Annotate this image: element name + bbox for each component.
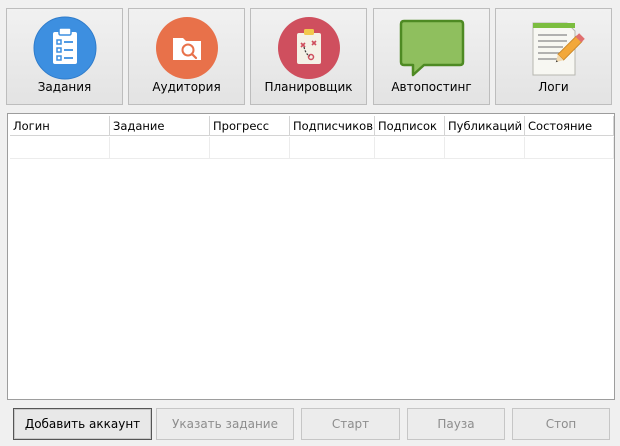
tasks-clipboard-icon (32, 15, 98, 81)
logs-button[interactable]: Логи (495, 8, 612, 105)
table-cell[interactable] (290, 137, 375, 159)
logs-notepad-pencil-icon (521, 15, 587, 81)
stop-button[interactable]: Стоп (512, 408, 610, 440)
table-header: Логин Задание Прогресс Подписчиков Подпи… (10, 116, 614, 136)
column-header-status[interactable]: Состояние (525, 116, 614, 136)
pause-button[interactable]: Пауза (407, 408, 505, 440)
table-cell[interactable] (110, 137, 210, 159)
accounts-table[interactable]: Логин Задание Прогресс Подписчиков Подпи… (7, 113, 615, 400)
add-account-button[interactable]: Добавить аккаунт (13, 408, 152, 440)
autoposting-button[interactable]: Автопостинг (373, 8, 490, 105)
column-header-login[interactable]: Логин (10, 116, 110, 136)
set-task-button[interactable]: Указать задание (156, 408, 294, 440)
column-header-following[interactable]: Подписок (375, 116, 445, 136)
table-cell[interactable] (10, 137, 110, 159)
planner-button-label: Планировщик (264, 80, 353, 94)
tasks-button-label: Задания (37, 80, 92, 94)
table-cell[interactable] (525, 137, 614, 159)
column-header-followers[interactable]: Подписчиков (290, 116, 375, 136)
autoposting-button-label: Автопостинг (391, 80, 472, 94)
column-header-posts[interactable]: Публикаций (445, 116, 525, 136)
logs-button-label: Логи (538, 80, 569, 94)
table-row[interactable] (10, 137, 614, 159)
audience-folder-search-icon (154, 15, 220, 81)
audience-button-label: Аудитория (152, 80, 221, 94)
planner-button[interactable]: Планировщик (250, 8, 367, 105)
table-cell[interactable] (445, 137, 525, 159)
column-header-task[interactable]: Задание (110, 116, 210, 136)
tasks-button[interactable]: Задания (6, 8, 123, 105)
start-button[interactable]: Старт (301, 408, 400, 440)
audience-button[interactable]: Аудитория (128, 8, 245, 105)
table-cell[interactable] (210, 137, 290, 159)
autoposting-speech-bubble-icon (399, 15, 465, 81)
table-cell[interactable] (375, 137, 445, 159)
planner-clipboard-icon (276, 15, 342, 81)
column-header-progress[interactable]: Прогресс (210, 116, 290, 136)
